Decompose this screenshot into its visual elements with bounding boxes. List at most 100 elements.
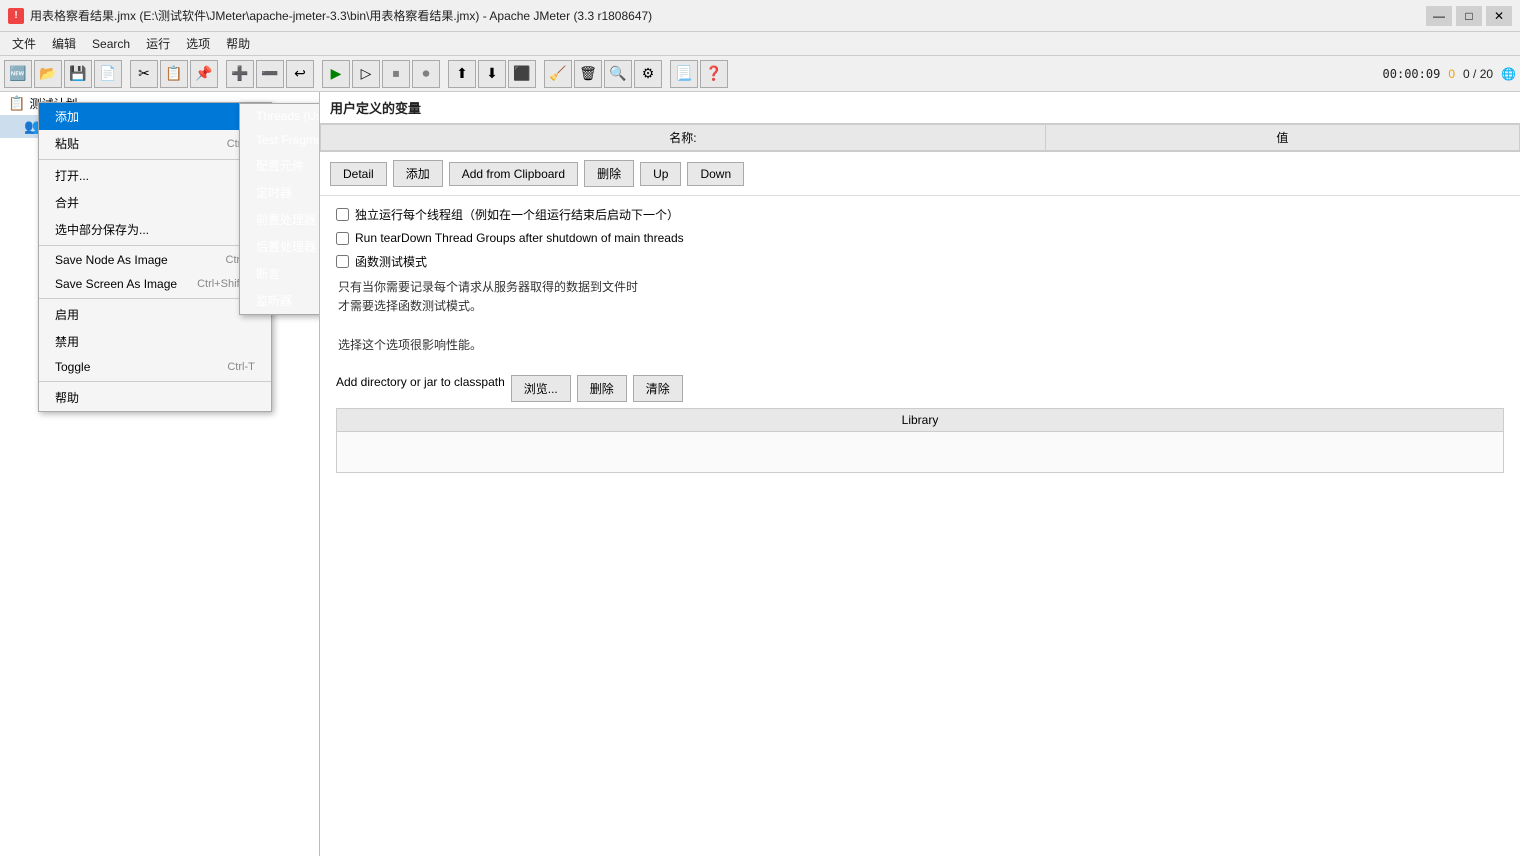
down-button[interactable]: Down <box>687 162 744 186</box>
checkbox-independent-threads: 独立运行每个线程组（例如在一个组运行结束后启动下一个） <box>336 206 1504 223</box>
hint-text: 只有当你需要记录每个请求从服务器取得的数据到文件时 才需要选择函数测试模式。 选… <box>338 278 1504 355</box>
col-name: 名称: <box>321 125 1046 151</box>
menu-search[interactable]: Search <box>84 35 138 53</box>
sub-preproc-label: 前置处理器 <box>256 211 316 228</box>
tb-clear[interactable]: 🧹 <box>544 60 572 88</box>
tb-remote-stop[interactable]: ⬇ <box>478 60 506 88</box>
tb-collapse[interactable]: ➖ <box>256 60 284 88</box>
warning-count: 0 <box>1448 67 1455 81</box>
variables-table: 名称: 值 <box>320 124 1520 151</box>
sub-timer[interactable]: 定时器 ▶ <box>240 179 320 206</box>
sub-timer-label: 定时器 <box>256 184 292 201</box>
tb-settings[interactable]: ⚙ <box>634 60 662 88</box>
ctx-paste[interactable]: 粘贴 Ctrl-V <box>39 130 271 157</box>
classpath-controls: Add directory or jar to classpath 浏览... … <box>336 375 1504 402</box>
browse-button[interactable]: 浏览... <box>511 375 571 402</box>
ctx-disable[interactable]: 禁用 <box>39 328 271 355</box>
ctx-sep-1 <box>39 159 271 160</box>
tb-stop-now[interactable]: ⏺ <box>412 60 440 88</box>
tb-help[interactable]: ❓ <box>700 60 728 88</box>
sub-assertion-label: 断言 <box>256 265 280 282</box>
remote-icon: 🌐 <box>1501 67 1516 81</box>
tb-browse[interactable]: 🔍 <box>604 60 632 88</box>
tb-start-no-pause[interactable]: ▷ <box>352 60 380 88</box>
progress-count: 0 / 20 <box>1463 67 1493 81</box>
sub-threads-users-label: Threads (Users) <box>256 109 320 123</box>
ctx-merge-label: 合并 <box>55 194 79 211</box>
ctx-save-screen-image[interactable]: Save Screen As Image Ctrl+Shift-G <box>39 272 271 296</box>
ctx-sep-4 <box>39 381 271 382</box>
classpath-delete-button[interactable]: 删除 <box>577 375 627 402</box>
cb-functional[interactable] <box>336 255 349 268</box>
up-button[interactable]: Up <box>640 162 681 186</box>
hint-line-2: 才需要选择函数测试模式。 <box>338 299 482 313</box>
sub-listener[interactable]: 监听器 ▶ <box>240 287 320 314</box>
sub-postproc-label: 后置处理器 <box>256 238 316 255</box>
close-button[interactable]: ✕ <box>1486 6 1512 26</box>
sub-assertion[interactable]: 断言 ▶ <box>240 260 320 287</box>
tb-open[interactable]: 📂 <box>34 60 62 88</box>
panel-header: 用户定义的变量 <box>320 92 1520 124</box>
variables-table-container: 名称: 值 <box>320 124 1520 152</box>
tb-clear-all[interactable]: 🗑 <box>574 60 602 88</box>
tb-expand[interactable]: ➕ <box>226 60 254 88</box>
title-bar: ! 用表格察看结果.jmx (E:\测试软件\JMeter\apache-jme… <box>0 0 1520 32</box>
ctx-toggle-shortcut: Ctrl-T <box>227 361 255 373</box>
menu-help[interactable]: 帮助 <box>218 33 258 54</box>
ctx-toggle[interactable]: Toggle Ctrl-T <box>39 355 271 379</box>
classpath-clear-button[interactable]: 清除 <box>633 375 683 402</box>
toolbar-info: 00:00:09 0 0 / 20 🌐 <box>1383 67 1516 81</box>
menu-edit[interactable]: 编辑 <box>44 33 84 54</box>
minimize-button[interactable]: — <box>1426 6 1452 26</box>
tb-new[interactable]: 🆕 <box>4 60 32 88</box>
tree-plan-icon: 📋 <box>8 95 25 112</box>
cb-functional-label: 函数测试模式 <box>355 253 427 270</box>
sub-post-processor[interactable]: 后置处理器 ▶ <box>240 233 320 260</box>
maximize-button[interactable]: □ <box>1456 6 1482 26</box>
ctx-enable-label: 启用 <box>55 306 79 323</box>
window-controls: — □ ✕ <box>1426 6 1512 26</box>
tb-paste[interactable]: 📌 <box>190 60 218 88</box>
ctx-help[interactable]: 帮助 <box>39 384 271 411</box>
sub-config-label: 配置元件 <box>256 157 304 174</box>
menu-file[interactable]: 文件 <box>4 33 44 54</box>
tb-list[interactable]: 📃 <box>670 60 698 88</box>
sub-pre-processor[interactable]: 前置处理器 ▶ <box>240 206 320 233</box>
tb-cut[interactable]: ✂ <box>130 60 158 88</box>
menu-run[interactable]: 运行 <box>138 33 178 54</box>
button-row: Detail 添加 Add from Clipboard 删除 Up Down <box>320 152 1520 196</box>
hint-line-3: 选择这个选项很影响性能。 <box>338 338 482 352</box>
sub-test-fragment[interactable]: Test Fragment ▶ <box>240 128 320 152</box>
ctx-save-node-image[interactable]: Save Node As Image Ctrl-G <box>39 248 271 272</box>
submenu-threads: Threads (Users) ▶ setUp Thread Group tea… <box>239 103 320 315</box>
menu-options[interactable]: 选项 <box>178 33 218 54</box>
add-clipboard-button[interactable]: Add from Clipboard <box>449 162 578 186</box>
tb-copy[interactable]: 📋 <box>160 60 188 88</box>
cb-independent[interactable] <box>336 208 349 221</box>
sub-threads-users[interactable]: Threads (Users) ▶ setUp Thread Group tea… <box>240 104 320 128</box>
detail-button[interactable]: Detail <box>330 162 387 186</box>
sub-listener-label: 监听器 <box>256 292 292 309</box>
classpath-label: Add directory or jar to classpath <box>336 375 505 396</box>
tb-save[interactable]: 💾 <box>64 60 92 88</box>
cb-teardown-label: Run tearDown Thread Groups after shutdow… <box>355 231 684 245</box>
ctx-save-selected[interactable]: 选中部分保存为... <box>39 216 271 243</box>
delete-button[interactable]: 删除 <box>584 160 634 187</box>
tb-stop[interactable]: ⏹ <box>382 60 410 88</box>
ctx-paste-label: 粘贴 <box>55 135 79 152</box>
ctx-enable[interactable]: 启用 <box>39 301 271 328</box>
ctx-add-label: 添加 <box>55 108 79 125</box>
add-button[interactable]: 添加 <box>393 160 443 187</box>
tb-start[interactable]: ▶ <box>322 60 350 88</box>
ctx-add[interactable]: 添加 ▶ Threads (Users) ▶ setUp Thread Grou… <box>39 103 271 130</box>
cb-teardown[interactable] <box>336 232 349 245</box>
tb-remote-stop-now[interactable]: ⬛ <box>508 60 536 88</box>
ctx-merge[interactable]: 合并 <box>39 189 271 216</box>
main-area: 📋 测试计划 👥 工作... 添加 ▶ Threads (Users) ▶ <box>0 92 1520 856</box>
sub-config[interactable]: 配置元件 ▶ <box>240 152 320 179</box>
hint-line-1: 只有当你需要记录每个请求从服务器取得的数据到文件时 <box>338 280 638 294</box>
ctx-open[interactable]: 打开... <box>39 162 271 189</box>
tb-remote-start[interactable]: ⬆ <box>448 60 476 88</box>
tb-save-as[interactable]: 📄 <box>94 60 122 88</box>
tb-reset[interactable]: ↩ <box>286 60 314 88</box>
